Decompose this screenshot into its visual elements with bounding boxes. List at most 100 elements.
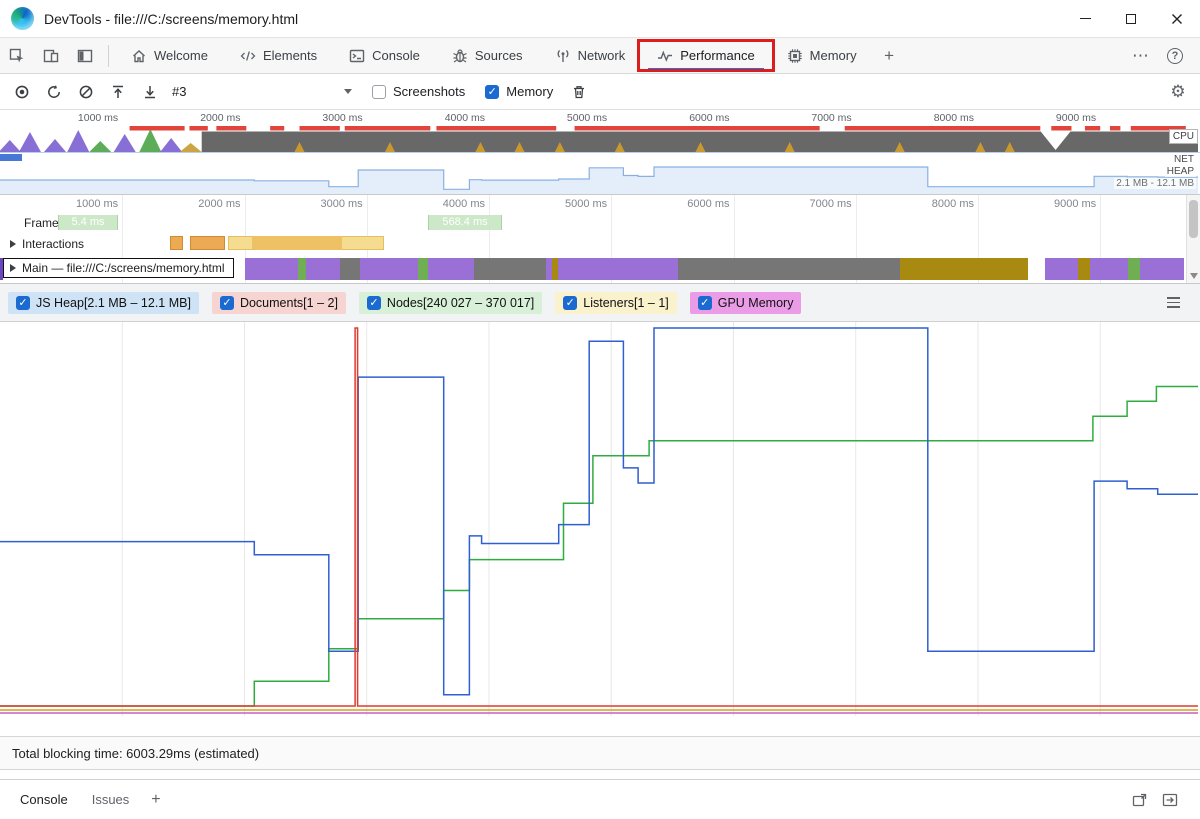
toolbar-divider (108, 44, 109, 67)
flame-segment[interactable] (474, 258, 546, 280)
frame-duration-chip[interactable]: 568.4 ms (428, 215, 502, 230)
scrollbar-thumb[interactable] (1189, 200, 1198, 238)
net-overview-track[interactable] (0, 152, 1200, 164)
memory-icon (787, 48, 802, 63)
flame-segment[interactable] (1140, 258, 1184, 280)
undock-icon (1132, 793, 1147, 806)
interaction-bar[interactable] (170, 236, 183, 250)
drawer-tab-console[interactable]: Console (8, 780, 80, 819)
maximize-button[interactable] (1108, 0, 1154, 37)
tab-memory[interactable]: Memory (774, 38, 870, 74)
flame-segment[interactable] (360, 258, 418, 280)
undock-drawer-button[interactable] (1132, 792, 1148, 808)
flame-segment[interactable] (1078, 258, 1090, 280)
console-icon (349, 49, 365, 62)
overview-time-ruler: 1000 ms 2000 ms 3000 ms 4000 ms 5000 ms 6000 … (0, 110, 1200, 126)
flame-segment[interactable] (245, 258, 298, 280)
gear-icon: ⚙ (1170, 81, 1186, 101)
recording-select[interactable]: #3 (172, 84, 362, 99)
counter-checkbox[interactable]: ✓ (219, 295, 234, 310)
flame-segment[interactable] (428, 258, 474, 280)
counter-listeners[interactable]: ✓ Listeners[1 – 1] (555, 291, 677, 314)
memory-checkbox[interactable]: ✓ (485, 84, 500, 99)
tab-label: Elements (262, 48, 318, 63)
counter-documents[interactable]: ✓ Documents[1 – 2] (211, 291, 346, 314)
screenshots-toggle[interactable]: Screenshots (372, 84, 465, 99)
flame-segment[interactable] (558, 258, 678, 280)
save-profile-button[interactable] (134, 76, 166, 108)
tab-console[interactable]: Console (336, 38, 433, 74)
tracks-scrollbar[interactable] (1186, 195, 1200, 283)
dock-side-button[interactable] (68, 38, 102, 74)
hamburger-menu-icon[interactable] (1167, 297, 1180, 308)
more-options-button[interactable]: ⋯ (1124, 38, 1158, 74)
capture-settings-button[interactable]: ⚙ (1162, 76, 1194, 108)
performance-icon (658, 50, 673, 62)
flame-segment[interactable] (418, 258, 428, 280)
window-title: DevTools - file:///C:/screens/memory.htm… (44, 10, 299, 27)
counter-gpu-memory[interactable]: ✓ GPU Memory (689, 291, 802, 314)
cpu-overview-track[interactable] (0, 126, 1200, 152)
ruler-label: 4000 ms (444, 112, 485, 124)
flame-segment[interactable] (298, 258, 306, 280)
ruler-label: 2000 ms (198, 198, 241, 210)
frame-duration-chip[interactable]: 5.4 ms (58, 215, 118, 230)
drawer-right-controls (1132, 792, 1192, 808)
elements-icon (240, 50, 256, 61)
flame-segment[interactable] (1090, 258, 1128, 280)
flame-segment[interactable] (1128, 258, 1140, 280)
add-tab-button[interactable]: + (873, 38, 907, 74)
interactions-track[interactable]: Interactions (0, 232, 1186, 255)
delete-recording-button[interactable] (563, 76, 595, 108)
ruler-label: 5000 ms (566, 112, 608, 124)
tab-sources[interactable]: Sources (439, 38, 536, 74)
heap-overview-track[interactable] (0, 164, 1200, 194)
ruler-label: 6000 ms (689, 112, 730, 124)
tracks-time-ruler: 1000 ms 2000 ms 3000 ms 4000 ms 5000 ms 6000 … (0, 195, 1186, 213)
clear-button[interactable] (70, 76, 102, 108)
screenshots-checkbox[interactable] (372, 84, 386, 99)
timeline-tracks: 1000 ms 2000 ms 3000 ms 4000 ms 5000 ms 6000 … (0, 195, 1200, 283)
tab-elements[interactable]: Elements (227, 38, 330, 74)
flame-segment[interactable] (1045, 258, 1078, 280)
frames-track[interactable]: Frames 5.4 ms 568.4 ms (0, 213, 1186, 232)
plus-icon: + (151, 790, 161, 808)
inspect-element-button[interactable] (0, 38, 34, 74)
counter-js-heap[interactable]: ✓ JS Heap[2.1 MB – 12.1 MB] (8, 291, 199, 314)
counter-checkbox[interactable]: ✓ (366, 295, 381, 310)
net-request-bar (0, 154, 22, 161)
load-profile-button[interactable] (102, 76, 134, 108)
flame-segment[interactable] (678, 258, 900, 280)
counter-nodes[interactable]: ✓ Nodes[240 027 – 370 017] (358, 291, 543, 314)
flame-segment[interactable] (340, 258, 360, 280)
record-button[interactable] (6, 76, 38, 108)
edge-logo-icon (11, 7, 34, 30)
memory-counters-chart[interactable] (0, 322, 1200, 718)
flame-segment[interactable] (306, 258, 340, 280)
counter-checkbox[interactable]: ✓ (563, 295, 578, 310)
counter-checkbox[interactable]: ✓ (697, 295, 712, 310)
minimize-button[interactable] (1062, 0, 1108, 37)
reload-and-record-button[interactable] (38, 76, 70, 108)
tab-network[interactable]: Network (542, 38, 639, 74)
drawer-add-tab-button[interactable]: + (141, 791, 170, 809)
devtools-tab-bar: Welcome Elements Console Sources Network… (0, 38, 1200, 74)
counter-checkbox[interactable]: ✓ (16, 295, 30, 310)
device-emulation-button[interactable] (34, 38, 68, 74)
flame-segment[interactable] (900, 258, 1028, 280)
interaction-bar[interactable] (190, 236, 225, 250)
drawer-tab-issues[interactable]: Issues (80, 780, 142, 819)
tab-performance[interactable]: Performance (637, 38, 775, 74)
tab-label: Console (372, 48, 420, 63)
expand-drawer-button[interactable] (1162, 792, 1178, 808)
close-button[interactable] (1154, 0, 1200, 37)
main-track-label[interactable]: Main — file:///C:/screens/memory.html (3, 258, 234, 278)
interactions-track-label[interactable]: Interactions (10, 237, 84, 251)
scroll-down-icon[interactable] (1190, 273, 1198, 279)
help-button[interactable]: ? (1158, 38, 1192, 74)
timeline-overview[interactable]: 1000 ms 2000 ms 3000 ms 4000 ms 5000 ms 6000 … (0, 110, 1200, 195)
main-thread-track[interactable]: Main — file:///C:/screens/memory.html (0, 255, 1186, 283)
memory-toggle[interactable]: ✓ Memory (485, 84, 553, 99)
performance-toolbar: #3 Screenshots ✓ Memory ⚙ (0, 74, 1200, 110)
tab-welcome[interactable]: Welcome (118, 38, 221, 74)
